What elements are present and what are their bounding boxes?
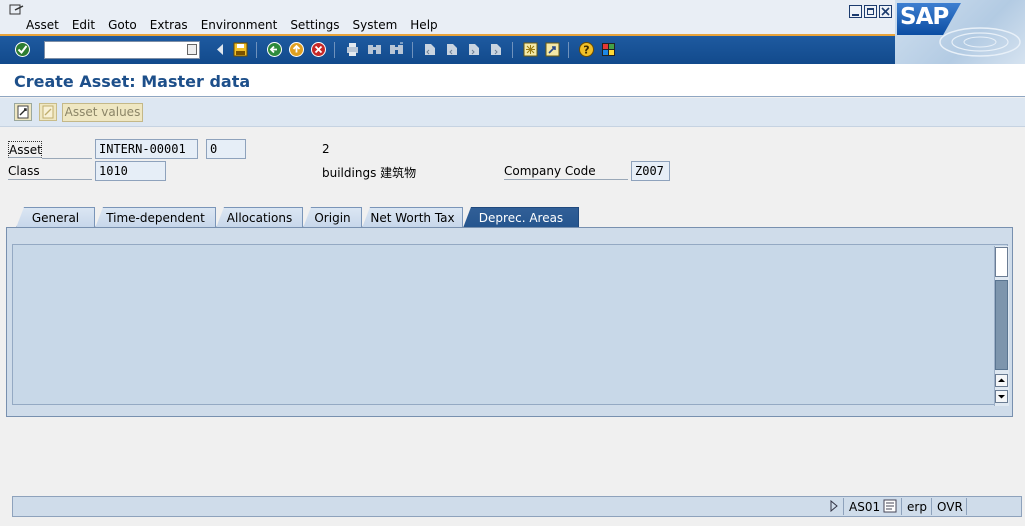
display-change-button[interactable]: [14, 103, 32, 121]
arrow-down-icon: [998, 395, 1005, 399]
find-next-icon[interactable]: [388, 41, 405, 58]
previous-page-icon[interactable]: [444, 41, 461, 58]
asset-label: Asset: [8, 141, 42, 158]
scrollbar-top-button[interactable]: [995, 247, 1008, 277]
tab-time-dependent[interactable]: Time-dependent: [95, 207, 216, 228]
toolbar-separator: [256, 42, 257, 58]
depreciation-areas-table: [12, 244, 1008, 405]
arrow-up-icon: [998, 378, 1005, 382]
menu-goto[interactable]: Goto: [108, 18, 137, 32]
status-separator: [843, 498, 844, 515]
sap-logo-text: SAP: [900, 4, 949, 30]
command-history-icon[interactable]: [187, 44, 197, 55]
minimize-button[interactable]: [849, 5, 862, 18]
menu-help[interactable]: Help: [410, 18, 437, 32]
customize-layout-icon[interactable]: [600, 41, 617, 58]
close-icon: [881, 7, 890, 16]
help-icon[interactable]: ?: [578, 41, 595, 58]
menu-extras[interactable]: Extras: [150, 18, 188, 32]
shortcut-icon[interactable]: [544, 41, 561, 58]
transaction-code: AS01: [849, 500, 881, 514]
tab-general[interactable]: General: [16, 207, 95, 228]
other-asset-button[interactable]: [39, 103, 57, 121]
close-window-button[interactable]: [879, 5, 892, 18]
scroll-down-button[interactable]: [995, 390, 1008, 403]
status-expand-icon[interactable]: [829, 500, 839, 512]
toolbar-separator: [512, 42, 513, 58]
label-underline: [42, 158, 92, 159]
find-icon[interactable]: [366, 41, 383, 58]
save-icon[interactable]: [232, 41, 249, 58]
maximize-button[interactable]: [864, 5, 877, 18]
next-page-icon[interactable]: [466, 41, 483, 58]
asset-class-input[interactable]: 1010: [95, 161, 166, 181]
cancel-icon[interactable]: [310, 41, 327, 58]
menu-edit[interactable]: Edit: [72, 18, 95, 32]
back-arrow-small-icon[interactable]: [212, 41, 229, 58]
menu-environment[interactable]: Environment: [201, 18, 278, 32]
toolbar-separator: [412, 42, 413, 58]
system-info-icon[interactable]: [883, 499, 897, 513]
enter-check-icon[interactable]: [14, 41, 31, 58]
window-controls: [849, 5, 892, 18]
company-code-label: Company Code: [504, 163, 628, 180]
application-toolbar: [0, 98, 1025, 127]
asset-number-input[interactable]: INTERN-00001: [95, 139, 198, 159]
scroll-up-button[interactable]: [995, 374, 1008, 387]
back-icon[interactable]: [266, 41, 283, 58]
menu-settings[interactable]: Settings: [290, 18, 339, 32]
toolbar-separator: [334, 42, 335, 58]
company-code-input[interactable]: Z007: [631, 161, 670, 181]
menu-system[interactable]: System: [353, 18, 398, 32]
scrollbar-thumb[interactable]: [995, 280, 1008, 370]
asset-subnumber-input[interactable]: 0: [206, 139, 246, 159]
status-separator: [901, 498, 902, 515]
menu-icon[interactable]: [9, 4, 25, 16]
svg-text:?: ?: [583, 44, 589, 57]
display-change-icon: [17, 105, 29, 119]
class-label: Class: [8, 163, 92, 180]
exit-icon[interactable]: [288, 41, 305, 58]
toolbar-separator: [568, 42, 569, 58]
last-page-icon[interactable]: [488, 41, 505, 58]
menu-items: Asset Edit Goto Extras Environment Setti…: [26, 18, 451, 32]
minimize-icon: [852, 14, 859, 16]
class-description: buildings 建筑物: [322, 166, 417, 180]
first-page-icon[interactable]: [422, 41, 439, 58]
menu-bar: Asset Edit Goto Extras Environment Setti…: [0, 0, 1025, 36]
page-title: Create Asset: Master data: [14, 72, 251, 91]
print-icon[interactable]: [344, 41, 361, 58]
other-object-icon: [42, 105, 54, 119]
tab-deprec-areas[interactable]: Deprec. Areas: [463, 207, 579, 228]
command-field[interactable]: [44, 41, 200, 59]
asset-description: 2: [322, 142, 330, 156]
status-separator: [931, 498, 932, 515]
tab-origin[interactable]: Origin: [303, 207, 362, 228]
asset-values-button[interactable]: Asset values: [62, 103, 143, 122]
maximize-icon: [867, 8, 874, 15]
status-separator: [966, 498, 967, 515]
tab-net-worth-tax[interactable]: Net Worth Tax: [362, 207, 463, 228]
tab-allocations[interactable]: Allocations: [216, 207, 303, 228]
create-session-icon[interactable]: [522, 41, 539, 58]
system-name: erp: [907, 500, 927, 514]
insert-mode[interactable]: OVR: [937, 500, 963, 514]
sap-logo: SAP: [895, 0, 1025, 64]
menu-asset[interactable]: Asset: [26, 18, 59, 32]
